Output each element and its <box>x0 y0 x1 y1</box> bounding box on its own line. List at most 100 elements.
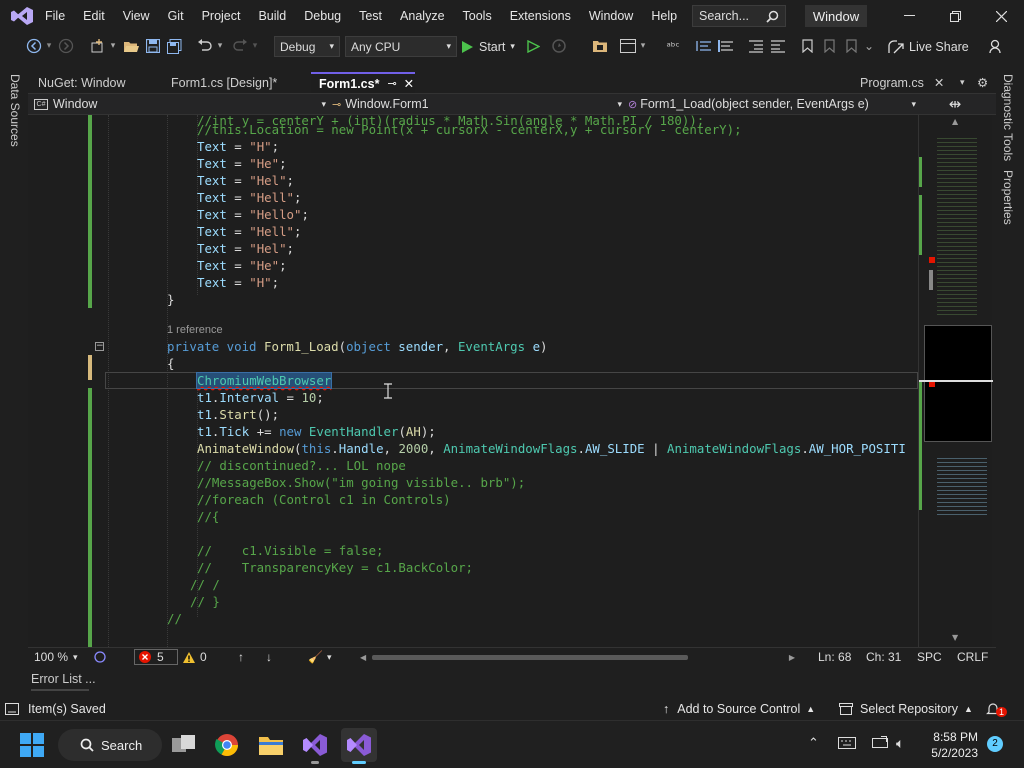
chrome-icon[interactable] <box>209 728 245 762</box>
undo-dropdown-icon[interactable]: ▾ <box>215 36 225 56</box>
menu-test[interactable]: Test <box>350 0 391 32</box>
code-cleanup-icon[interactable]: 🧹 ▾ <box>308 649 331 665</box>
close-tab-icon[interactable]: ✕ <box>934 75 944 90</box>
data-sources-tab[interactable]: Data Sources <box>8 74 22 147</box>
whitespace-mode[interactable]: SPC <box>917 649 942 665</box>
back-dropdown-icon[interactable]: ▾ <box>44 36 54 56</box>
tab-form1-design[interactable]: Form1.cs [Design]* <box>163 72 308 93</box>
uncomment-selection-icon[interactable] <box>716 36 736 56</box>
properties-tab[interactable]: Properties <box>1001 170 1015 225</box>
errors-indicator[interactable]: 5 <box>134 649 178 665</box>
visual-studio-taskbar-icon[interactable] <box>297 728 333 764</box>
intellicode-icon[interactable] <box>93 649 107 665</box>
navigate-forward-icon[interactable] <box>56 36 76 56</box>
menu-edit[interactable]: Edit <box>74 0 114 32</box>
layout-icon[interactable] <box>618 36 638 56</box>
close-tab-icon[interactable]: ✕ <box>404 76 414 91</box>
split-editor-icon[interactable]: ⇹ <box>946 95 964 113</box>
zoom-select[interactable]: 100 % ▾ <box>34 649 78 665</box>
line-number[interactable]: Ln: 68 <box>818 649 851 665</box>
undo-icon[interactable] <box>195 36 215 56</box>
code-editor[interactable]: //int y = centerY + (int)(radius * Math.… <box>28 115 918 647</box>
show-hidden-icons[interactable]: ⌃ <box>808 736 819 751</box>
start-debugging-button[interactable]: Start ▾ <box>462 36 515 57</box>
navigate-back-icon[interactable] <box>24 36 44 56</box>
scroll-up-icon[interactable]: ▲ <box>952 117 958 126</box>
bookmark-next-icon[interactable] <box>820 36 838 56</box>
bookmark-prev-icon[interactable] <box>842 36 860 56</box>
browse-folder-icon[interactable] <box>590 36 610 56</box>
hot-reload-icon[interactable] <box>548 36 570 56</box>
next-issue-icon[interactable]: ↓ <box>266 649 272 665</box>
selected-identifier[interactable]: ChromiumWebBrowser <box>195 372 333 389</box>
restore-button[interactable] <box>932 0 978 32</box>
reference-codelens[interactable]: 1 reference <box>167 324 223 336</box>
pin-icon[interactable]: ⊸ <box>387 77 396 90</box>
horizontal-scrollbar[interactable]: ◀ ▶ <box>360 649 795 665</box>
notifications-button[interactable]: 1 <box>986 700 1008 718</box>
volume-icon[interactable]: 🔈︎ <box>896 736 904 752</box>
project-dropdown[interactable]: C# Window ▾ <box>34 95 326 113</box>
scrollbar-map[interactable]: ▲ ▼ <box>918 115 993 647</box>
menu-help[interactable]: Help <box>642 0 686 32</box>
file-explorer-icon[interactable] <box>253 728 289 762</box>
toolbar-overflow-icon[interactable]: ⌄ <box>862 36 876 56</box>
outdent-icon[interactable] <box>746 36 766 56</box>
redo-icon[interactable] <box>230 36 250 56</box>
close-window-button[interactable] <box>978 0 1024 32</box>
notification-center-badge[interactable]: 2 <box>987 736 1003 752</box>
bookmark-icon[interactable] <box>798 36 816 56</box>
save-all-icon[interactable] <box>165 36 183 56</box>
configuration-select[interactable]: Debug ▾ <box>274 36 340 57</box>
settings-gear-icon[interactable]: ⚙ <box>977 72 995 93</box>
new-dropdown-icon[interactable]: ▾ <box>108 36 118 56</box>
warnings-indicator[interactable]: 0 <box>183 649 207 665</box>
live-share-button[interactable]: Live Share <box>888 36 969 58</box>
visual-studio-active-icon[interactable] <box>341 728 377 764</box>
minimize-button[interactable] <box>886 0 932 32</box>
layout-dropdown-icon[interactable]: ▾ <box>638 36 648 56</box>
preview-features-icon[interactable] <box>984 36 1006 56</box>
network-icon[interactable] <box>872 736 888 750</box>
menu-file[interactable]: File <box>36 0 74 32</box>
menu-build[interactable]: Build <box>249 0 295 32</box>
collapse-region-icon[interactable]: − <box>95 342 104 351</box>
scroll-down-icon[interactable]: ▼ <box>952 633 958 642</box>
menu-git[interactable]: Git <box>159 0 193 32</box>
tab-nuget-window[interactable]: NuGet: Window <box>30 72 160 93</box>
menu-analyze[interactable]: Analyze <box>391 0 453 32</box>
class-dropdown[interactable]: ⊸ Window.Form1 ▾ <box>332 95 622 113</box>
tab-form1-cs[interactable]: Form1.cs* ⊸ ✕ <box>311 72 415 93</box>
select-repository-button[interactable]: Select Repository ▲ <box>839 700 973 718</box>
member-dropdown[interactable]: ⊘ Form1_Load(object sender, EventArgs e) … <box>628 95 916 113</box>
column-number[interactable]: Ch: 31 <box>866 649 901 665</box>
menu-project[interactable]: Project <box>193 0 250 32</box>
previous-issue-icon[interactable]: ↑ <box>238 649 244 665</box>
windows-start-icon[interactable] <box>14 728 50 762</box>
keyboard-icon[interactable] <box>838 737 856 749</box>
menu-debug[interactable]: Debug <box>295 0 350 32</box>
indent-icon[interactable] <box>768 36 788 56</box>
error-list-tab[interactable]: Error List ... <box>31 672 96 686</box>
taskbar-search[interactable]: Search <box>58 729 162 761</box>
diagnostic-tools-tab[interactable]: Diagnostic Tools <box>1001 74 1015 161</box>
menu-tools[interactable]: Tools <box>454 0 501 32</box>
search-box[interactable]: Search... <box>692 5 786 27</box>
open-folder-icon[interactable] <box>121 36 141 56</box>
new-project-icon[interactable] <box>88 36 108 56</box>
clock[interactable]: 8:58 PM 5/2/2023 <box>928 729 978 761</box>
task-view-icon[interactable] <box>166 728 202 762</box>
start-without-debugging-icon[interactable] <box>524 36 542 56</box>
spell-check-icon[interactable]: ᵃᵇᶜ <box>662 36 684 56</box>
menu-view[interactable]: View <box>114 0 159 32</box>
add-to-source-control-button[interactable]: ↑ Add to Source Control ▲ <box>663 700 815 718</box>
save-icon[interactable] <box>144 36 162 56</box>
tab-program-cs[interactable]: Program.cs ✕ <box>852 72 962 93</box>
comment-selection-icon[interactable] <box>694 36 714 56</box>
menu-extensions[interactable]: Extensions <box>501 0 580 32</box>
tab-list-dropdown-icon[interactable]: ▾ <box>960 72 978 93</box>
platform-select[interactable]: Any CPU ▾ <box>345 36 457 57</box>
redo-dropdown-icon[interactable]: ▾ <box>250 36 260 56</box>
menu-window[interactable]: Window <box>580 0 642 32</box>
line-endings[interactable]: CRLF <box>957 649 988 665</box>
